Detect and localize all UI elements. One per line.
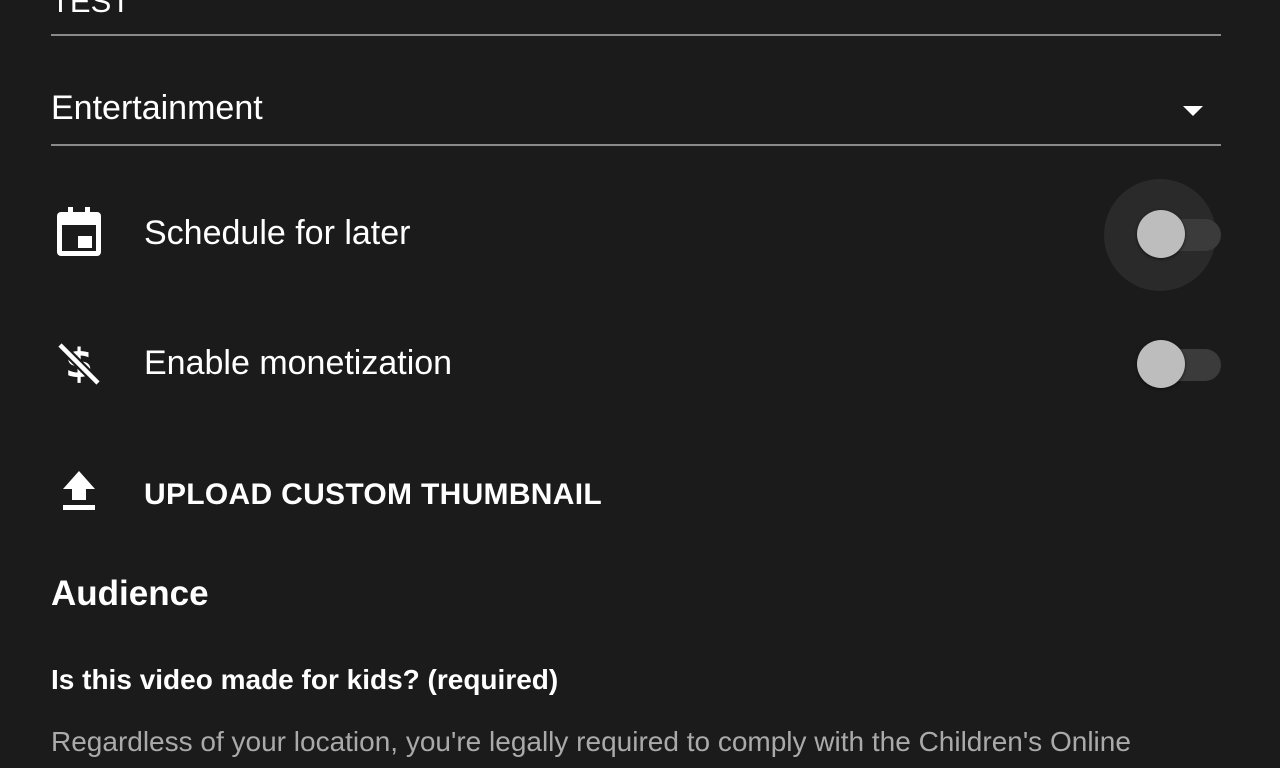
- upload-thumbnail-button[interactable]: UPLOAD CUSTOM THUMBNAIL: [0, 453, 1280, 533]
- made-for-kids-description: Regardless of your location, you're lega…: [51, 726, 1131, 757]
- schedule-label: Schedule for later: [144, 214, 411, 252]
- audience-heading: Audience: [51, 574, 209, 613]
- upload-thumbnail-label: UPLOAD CUSTOM THUMBNAIL: [144, 478, 602, 511]
- calendar-icon: [57, 207, 101, 256]
- monetization-toggle[interactable]: [1104, 309, 1221, 421]
- made-for-kids-question: Is this video made for kids? (required): [51, 664, 559, 695]
- money-off-icon: $: [56, 341, 102, 387]
- monetization-label: Enable monetization: [144, 344, 453, 382]
- category-select[interactable]: Entertainment: [51, 80, 1221, 146]
- schedule-toggle[interactable]: [1104, 179, 1221, 291]
- monetization-row: $ Enable monetization: [0, 323, 1280, 403]
- title-field[interactable]: TEST: [51, 0, 1221, 36]
- title-value: TEST: [51, 0, 131, 19]
- schedule-row: Schedule for later: [0, 179, 1280, 291]
- arrow-drop-down-icon: [1183, 106, 1203, 116]
- toggle-thumb: [1137, 340, 1185, 388]
- upload-details-page: TEST Entertainment Schedule for later $: [0, 0, 1280, 768]
- upload-icon: [63, 471, 95, 510]
- toggle-thumb: [1137, 210, 1185, 258]
- category-value: Entertainment: [51, 89, 263, 127]
